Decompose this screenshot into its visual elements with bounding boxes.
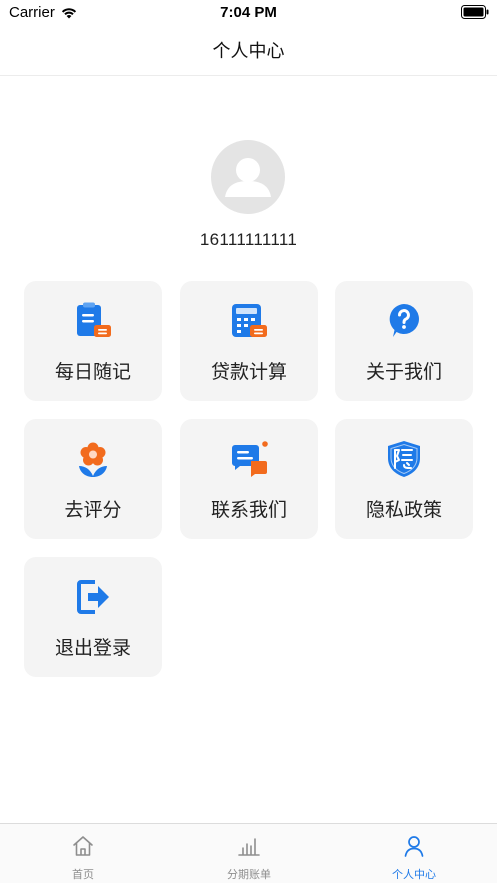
menu-item-contact-us[interactable]: 联系我们 (180, 419, 318, 539)
bar-chart-icon (238, 838, 260, 856)
chat-icon (232, 441, 268, 477)
tab-label: 首页 (72, 869, 94, 881)
tab-bar: 首页 分期账单 个人中心 (0, 823, 497, 883)
page-title: 个人中心 (212, 41, 285, 61)
privacy-shield-icon (388, 441, 420, 477)
menu-item-label: 联系我们 (210, 500, 287, 521)
question-icon (389, 304, 419, 337)
menu-item-label: 退出登录 (54, 638, 131, 659)
menu-item-label: 每日随记 (54, 362, 131, 383)
tab-label: 个人中心 (392, 869, 436, 881)
status-bar: Carrier 7:04 PM (0, 0, 497, 28)
menu-item-label: 隐私政策 (365, 500, 442, 521)
calculator-icon (232, 304, 267, 337)
logout-icon (77, 580, 109, 614)
phone-number: 16111111111 (199, 230, 298, 249)
navigation-bar: 个人中心 (0, 28, 497, 76)
menu-item-about-us[interactable]: 关于我们 (335, 281, 473, 401)
tab-personal-center[interactable]: 个人中心 (331, 824, 497, 883)
user-silhouette-icon (225, 158, 271, 197)
menu-item-privacy-policy[interactable]: 隐私政策 (335, 419, 473, 539)
battery-icon (461, 5, 489, 19)
menu-item-daily-notes[interactable]: 每日随记 (24, 281, 162, 401)
notepad-icon (77, 302, 111, 337)
menu-item-loan-calculator[interactable]: 贷款计算 (180, 281, 318, 401)
status-time: 7:04 PM (220, 4, 277, 21)
menu-item-label: 贷款计算 (210, 362, 287, 383)
avatar[interactable] (211, 140, 285, 214)
menu-item-label: 关于我们 (365, 362, 442, 383)
tab-installment-bills[interactable]: 分期账单 (166, 824, 332, 883)
tab-home[interactable]: 首页 (0, 824, 166, 883)
menu-item-rate[interactable]: 去评分 (24, 419, 162, 539)
flower-icon (79, 442, 107, 477)
tab-label: 分期账单 (227, 869, 271, 881)
home-icon (73, 836, 93, 856)
menu-item-label: 去评分 (64, 500, 122, 521)
menu-item-logout[interactable]: 退出登录 (24, 557, 162, 677)
user-icon (404, 836, 424, 857)
